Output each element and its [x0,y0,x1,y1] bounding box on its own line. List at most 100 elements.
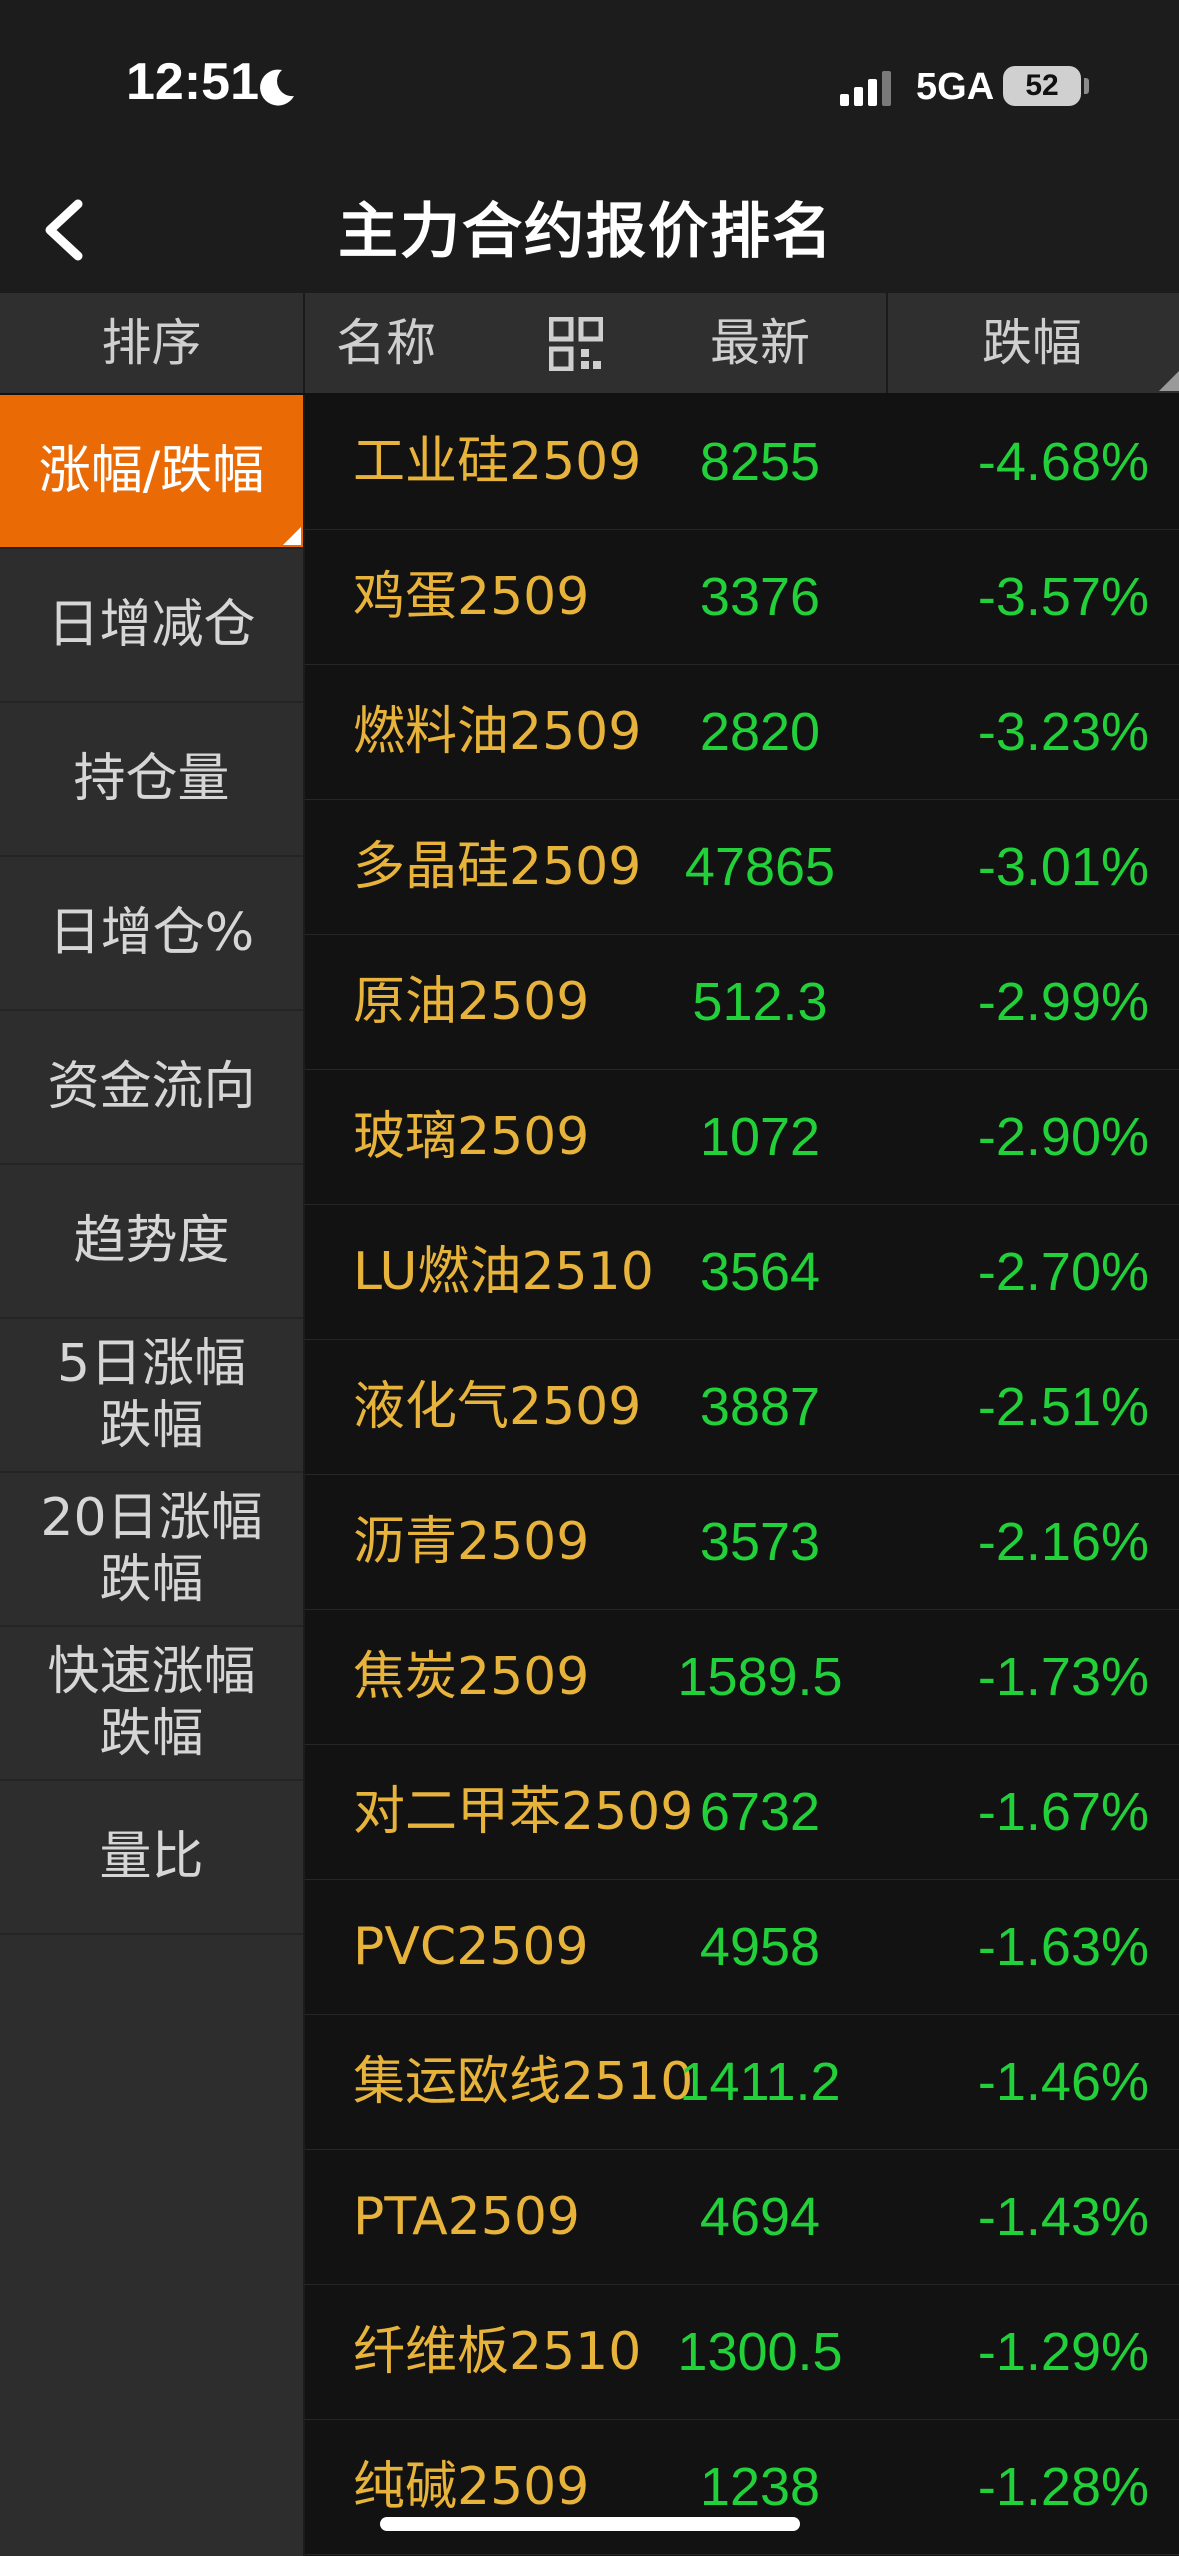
header-change[interactable]: 跌幅 [982,293,1082,393]
network-label: 5GA [916,66,995,108]
latest-price: 3376 [699,567,821,627]
latest-price: 4958 [699,1917,821,1977]
table-row[interactable]: 沥青2509 3573 -2.16% [305,1475,1179,1610]
latest-price: 3887 [699,1377,821,1437]
contract-name: 焦炭2509 [353,1647,590,1707]
status-bar: 12:51 5GA 52 [0,0,1179,150]
header-latest[interactable]: 最新 [710,293,810,393]
table-row[interactable]: PTA2509 4694 -1.43% [305,2150,1179,2285]
sidebar-item-label: 20日涨幅 跌幅 [40,1488,263,1610]
sidebar-item-6[interactable]: 5日涨幅 跌幅 [0,1319,303,1473]
change-percent: -1.63% [977,1917,1149,1977]
sidebar-item-3[interactable]: 日增仓% [0,857,303,1011]
table-row[interactable]: LU燃油2510 3564 -2.70% [305,1205,1179,1340]
sidebar-item-9[interactable]: 量比 [0,1781,303,1935]
sidebar-item-label: 资金流向 [47,1057,256,1117]
table-row[interactable]: 液化气2509 3887 -2.51% [305,1340,1179,1475]
contract-name: 集运欧线2510 [353,2052,694,2112]
contract-name: PVC2509 [353,1917,589,1977]
sidebar-item-label: 趋势度 [73,1211,230,1271]
sidebar-item-8[interactable]: 快速涨幅 跌幅 [0,1627,303,1781]
change-percent: -3.57% [977,567,1149,627]
change-percent: -4.68% [977,432,1149,492]
signal-icon [840,71,891,106]
back-button[interactable] [26,190,106,270]
contract-name: 纯碱2509 [353,2457,590,2517]
contract-name: 沥青2509 [353,1512,590,1572]
sort-indicator-icon [1159,371,1179,391]
contract-name: PTA2509 [353,2187,580,2247]
battery-icon: 52 [1003,66,1081,106]
table-row[interactable]: 纯碱2509 1238 -1.28% [305,2420,1179,2555]
grid-icon[interactable] [549,317,603,371]
latest-price: 512.3 [692,972,828,1032]
page-title: 主力合约报价排名 [338,197,834,267]
table-row[interactable]: 玻璃2509 1072 -2.90% [305,1070,1179,1205]
contract-name: 纤维板2510 [353,2322,642,2382]
table-row[interactable]: PVC2509 4958 -1.63% [305,1880,1179,2015]
sidebar-item-label: 日增减仓 [47,595,256,655]
table-row[interactable]: 鸡蛋2509 3376 -3.57% [305,530,1179,665]
table-row[interactable]: 多晶硅2509 47865 -3.01% [305,800,1179,935]
header-name[interactable]: 名称 [336,293,436,393]
latest-price: 4694 [699,2187,821,2247]
table-row[interactable]: 原油2509 512.3 -2.99% [305,935,1179,1070]
home-indicator[interactable] [380,2517,800,2531]
contract-name: 液化气2509 [353,1377,642,1437]
contract-name: 工业硅2509 [353,432,642,492]
contract-name: 燃料油2509 [353,702,642,762]
latest-price: 1300.5 [677,2322,843,2382]
contract-name: LU燃油2510 [353,1242,654,1302]
moon-icon [260,69,294,106]
latest-price: 1072 [699,1107,821,1167]
change-percent: -1.43% [977,2187,1149,2247]
sort-sidebar: 涨幅/跌幅日增减仓持仓量日增仓% 资金流向趋势度 5日涨幅 跌幅 20日涨幅 跌幅 快速… [0,395,303,2556]
sidebar-item-label: 涨幅/跌幅 [38,441,265,501]
sidebar-item-1[interactable]: 日增减仓 [0,549,303,703]
sidebar-item-2[interactable]: 持仓量 [0,703,303,857]
header-change-box[interactable]: 跌幅 [886,293,1179,393]
change-percent: -1.73% [977,1647,1149,1707]
sidebar-item-label: 5日涨幅 跌幅 [56,1334,247,1456]
contract-name: 原油2509 [353,972,590,1032]
sidebar-item-label: 日增仓% [48,903,255,963]
sidebar-item-label: 快速涨幅 跌幅 [47,1642,256,1764]
header-sort: 排序 [0,293,305,393]
latest-price: 3564 [699,1242,821,1302]
change-percent: -2.90% [977,1107,1149,1167]
sidebar-item-label: 量比 [99,1827,204,1887]
change-percent: -1.28% [977,2457,1149,2517]
battery-tip [1084,78,1089,94]
change-percent: -1.29% [977,2322,1149,2382]
table-row[interactable]: 工业硅2509 8255 -4.68% [305,395,1179,530]
change-percent: -2.16% [977,1512,1149,1572]
table-row[interactable]: 集运欧线2510 1411.2 -1.46% [305,2015,1179,2150]
contract-name: 多晶硅2509 [353,837,642,897]
latest-price: 3573 [699,1512,821,1572]
latest-price: 2820 [699,702,821,762]
table-row[interactable]: 对二甲苯2509 6732 -1.67% [305,1745,1179,1880]
latest-price: 1411.2 [679,2052,841,2112]
quote-table: 工业硅2509 8255 -4.68% 鸡蛋2509 3376 -3.57% 燃料油2509… [305,395,1179,2556]
nav-bar: 主力合约报价排名 [0,170,1179,290]
table-header: 排序 名称 最新 跌幅 [0,293,1179,395]
status-time: 12:51 [126,53,259,111]
table-row[interactable]: 焦炭2509 1589.5 -1.73% [305,1610,1179,1745]
change-percent: -2.51% [977,1377,1149,1437]
latest-price: 8255 [699,432,821,492]
sidebar-item-4[interactable]: 资金流向 [0,1011,303,1165]
sidebar-item-7[interactable]: 20日涨幅 跌幅 [0,1473,303,1627]
table-row[interactable]: 燃料油2509 2820 -3.23% [305,665,1179,800]
change-percent: -2.70% [977,1242,1149,1302]
sidebar-item-label: 持仓量 [73,749,230,809]
table-row[interactable]: 纤维板2510 1300.5 -1.29% [305,2285,1179,2420]
change-percent: -2.99% [977,972,1149,1032]
change-percent: -3.23% [977,702,1149,762]
change-percent: -1.46% [977,2052,1149,2112]
sidebar-item-0[interactable]: 涨幅/跌幅 [0,395,303,549]
latest-price: 6732 [699,1782,821,1842]
latest-price: 1589.5 [677,1647,843,1707]
contract-name: 玻璃2509 [353,1107,590,1167]
sidebar-item-5[interactable]: 趋势度 [0,1165,303,1319]
contract-name: 鸡蛋2509 [353,567,590,627]
